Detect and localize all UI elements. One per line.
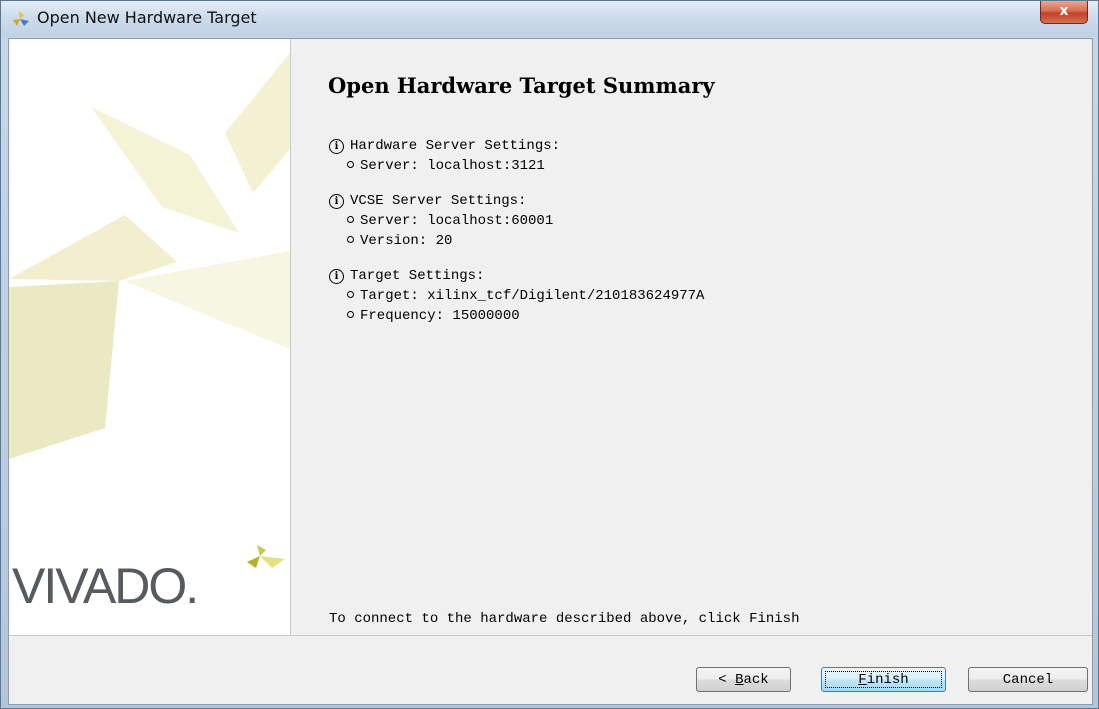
title-bar[interactable]: Open New Hardware Target x — [1, 1, 1098, 37]
page-title: Open Hardware Target Summary — [328, 73, 715, 98]
bullet-icon — [347, 290, 354, 298]
focus-ring — [825, 671, 942, 688]
window-title: Open New Hardware Target — [37, 8, 257, 27]
dialog-body: VIVADO. Open Hardware Target Summary i H… — [8, 38, 1093, 705]
section-title: Hardware Server Settings: — [350, 138, 561, 154]
brand-panel: VIVADO. — [9, 39, 291, 635]
section-title: Target Settings: — [350, 268, 485, 284]
divider — [9, 635, 1092, 636]
bullet-icon — [347, 310, 354, 318]
vivado-logo-icon — [13, 11, 29, 26]
list-item: Server: localhost:60001 — [329, 211, 553, 231]
info-icon: i — [329, 138, 344, 154]
bullet-icon — [347, 160, 354, 168]
back-button[interactable]: < Back — [696, 667, 791, 692]
vcse-server-section: i VCSE Server Settings: Server: localhos… — [329, 191, 553, 251]
summary-panel: Open Hardware Target Summary i Hardware … — [291, 39, 1092, 635]
section-title: VCSE Server Settings: — [350, 193, 527, 209]
list-item: Server: localhost:3121 — [329, 156, 560, 176]
list-item: Version: 20 — [329, 231, 553, 251]
vivado-mark-icon — [247, 545, 285, 568]
target-settings-section: i Target Settings: Target: xilinx_tcf/Di… — [329, 266, 704, 326]
instruction-text: To connect to the hardware described abo… — [329, 611, 800, 627]
vivado-wordmark: VIVADO. — [12, 558, 199, 614]
info-icon: i — [329, 193, 344, 209]
close-button[interactable]: x — [1040, 1, 1088, 24]
hardware-server-section: i Hardware Server Settings: Server: loca… — [329, 136, 560, 176]
list-item: Frequency: 15000000 — [329, 306, 704, 326]
dialog-window: Open New Hardware Target x VIVADO. Open … — [0, 0, 1099, 709]
list-item: Target: xilinx_tcf/Digilent/210183624977… — [329, 286, 704, 306]
info-icon: i — [329, 268, 344, 284]
bullet-icon — [347, 215, 354, 223]
bullet-icon — [347, 235, 354, 243]
cancel-button[interactable]: Cancel — [968, 667, 1088, 692]
finish-button[interactable]: Finish — [821, 667, 946, 692]
